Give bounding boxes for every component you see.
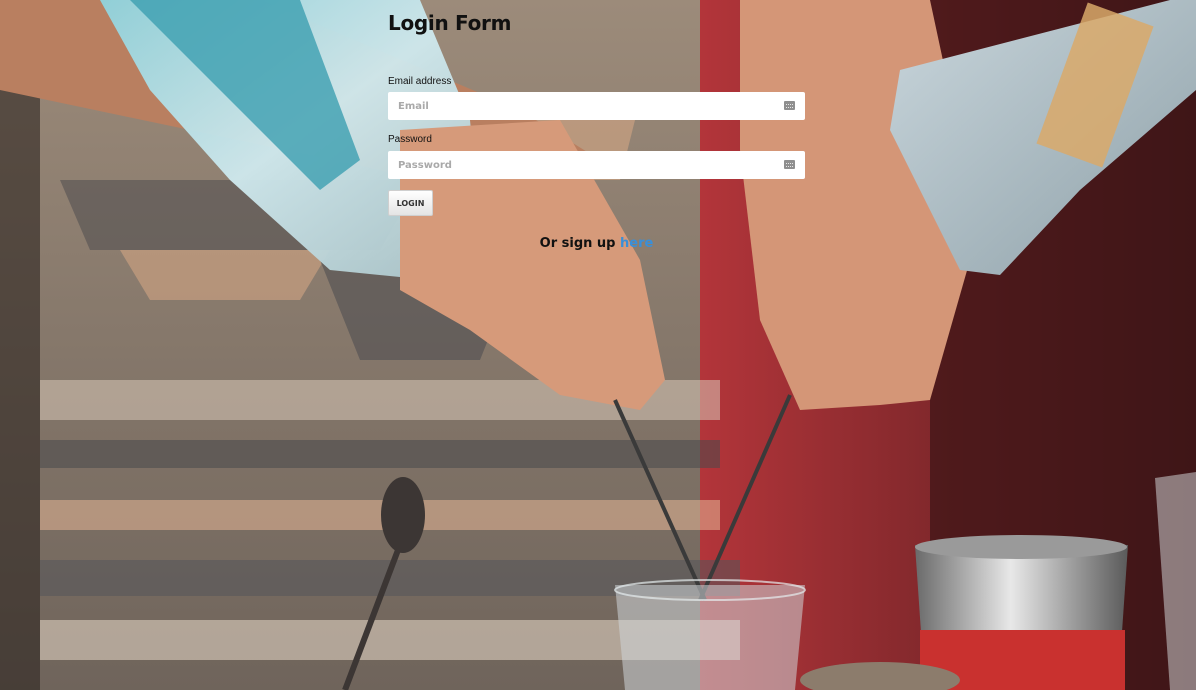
email-label: Email address — [388, 76, 452, 87]
signup-prompt: Or sign up here — [388, 236, 805, 251]
login-button[interactable]: LOGIN — [388, 190, 433, 216]
email-field-wrapper — [388, 92, 805, 120]
signup-link[interactable]: here — [620, 236, 653, 251]
password-manager-icon[interactable] — [784, 160, 795, 169]
page-title: Login Form — [388, 11, 512, 35]
password-field-wrapper — [388, 151, 805, 179]
password-label: Password — [388, 134, 432, 145]
password-input[interactable] — [388, 151, 768, 179]
email-input[interactable] — [388, 92, 768, 120]
signup-text: Or sign up — [539, 236, 616, 251]
password-manager-icon[interactable] — [784, 101, 795, 110]
